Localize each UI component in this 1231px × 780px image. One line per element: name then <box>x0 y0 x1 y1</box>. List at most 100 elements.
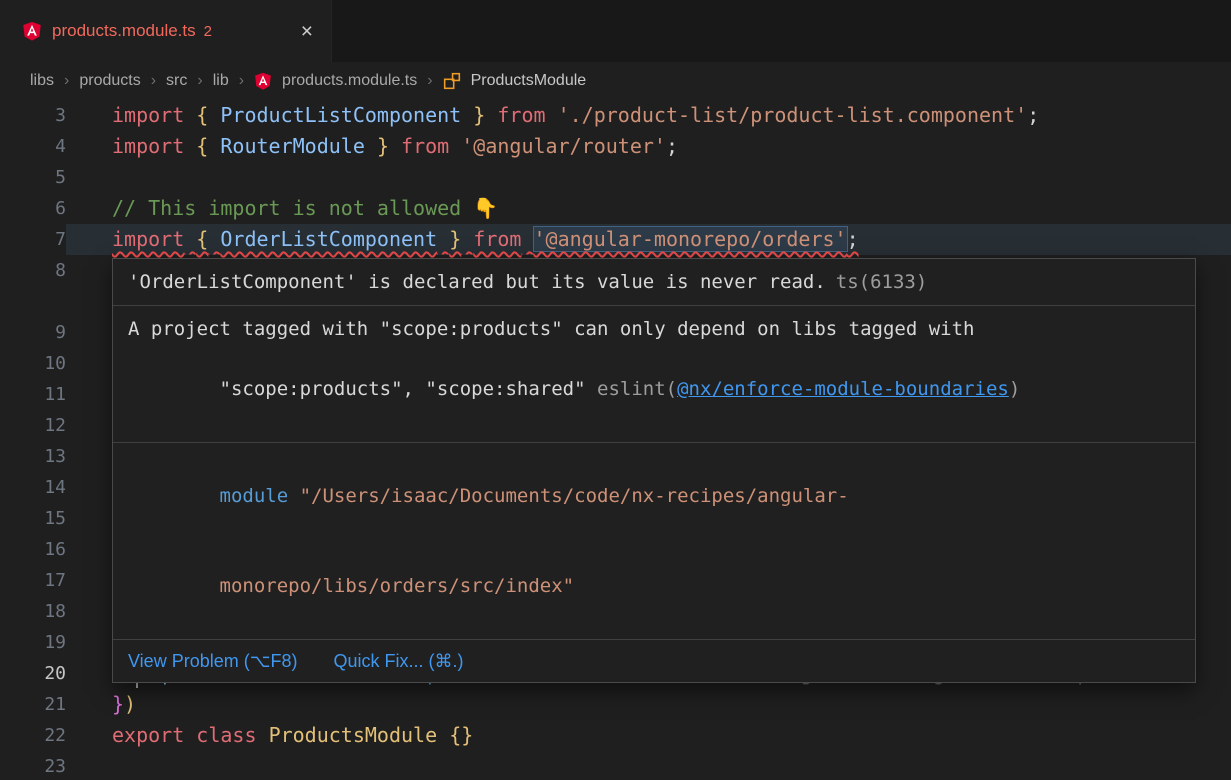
hover-popup: 'OrderListComponent' is declared but its… <box>112 258 1196 683</box>
code-token: { <box>196 134 208 158</box>
code-token: ) <box>124 692 136 716</box>
code-content: import { OrderListComponent } from '@ang… <box>66 224 1231 255</box>
chevron-right-icon: › <box>197 72 202 90</box>
code-line-7[interactable]: 7import { OrderListComponent } from '@an… <box>0 224 1231 255</box>
code-token <box>437 723 449 747</box>
line-number[interactable]: 23 <box>0 751 66 780</box>
eslint-rule-link[interactable]: @nx/enforce-module-boundaries <box>677 378 1009 400</box>
eslint-message-line2: "scope:products", "scope:shared" eslint(… <box>128 344 1180 434</box>
code-token <box>208 227 220 251</box>
code-content: // This import is not allowed 👇 <box>66 193 1231 224</box>
code-token: ProductListComponent <box>220 103 461 127</box>
code-token: OrderListComponent <box>220 227 437 251</box>
line-number[interactable]: 4 <box>0 131 66 162</box>
code-content <box>66 751 1231 780</box>
breadcrumb-item-products[interactable]: products <box>79 72 140 90</box>
breadcrumb-item-src[interactable]: src <box>166 72 187 90</box>
eslint-source-open: eslint( <box>597 378 677 400</box>
code-token: export <box>112 723 184 747</box>
code-token: '@angular/router' <box>461 134 666 158</box>
line-number[interactable]: 12 <box>0 410 66 441</box>
code-content: export class ProductsModule {} <box>66 720 1231 751</box>
code-line-22[interactable]: 22export class ProductsModule {} <box>0 720 1231 751</box>
ts-error-message: 'OrderListComponent' is declared but its… <box>128 271 826 293</box>
breadcrumb-item-libs[interactable]: libs <box>30 72 54 90</box>
breadcrumb-item-symbol[interactable]: ProductsModule <box>471 72 587 90</box>
code-token: } <box>377 134 389 158</box>
line-number[interactable]: 8 <box>0 255 66 317</box>
code-line-23[interactable]: 23 <box>0 751 1231 780</box>
line-number[interactable]: 7 <box>0 224 66 255</box>
code-token: {} <box>449 723 473 747</box>
code-line-21[interactable]: 21}) <box>0 689 1231 720</box>
code-token <box>437 227 449 251</box>
line-number[interactable]: 22 <box>0 720 66 751</box>
tab-products-module[interactable]: products.module.ts 2 × <box>0 0 332 62</box>
code-token <box>208 103 220 127</box>
code-token <box>521 227 533 251</box>
module-path-line2: monorepo/libs/orders/src/index" <box>128 541 1180 631</box>
code-token: from <box>497 103 545 127</box>
code-token <box>184 103 196 127</box>
code-content: import { ProductListComponent } from './… <box>66 100 1231 131</box>
code-token: } <box>112 692 124 716</box>
breadcrumb-item-lib[interactable]: lib <box>213 72 229 90</box>
module-path-line1: module "/Users/isaac/Documents/code/nx-r… <box>128 451 1180 541</box>
chevron-right-icon: › <box>151 72 156 90</box>
code-token: RouterModule <box>220 134 365 158</box>
line-number[interactable]: 10 <box>0 348 66 379</box>
line-number[interactable]: 17 <box>0 565 66 596</box>
code-content <box>66 162 1231 193</box>
angular-icon <box>22 21 42 41</box>
line-number[interactable]: 11 <box>0 379 66 410</box>
close-icon[interactable]: × <box>301 21 313 42</box>
code-line-3[interactable]: 3import { ProductListComponent } from '.… <box>0 100 1231 131</box>
code-token: class <box>196 723 256 747</box>
code-token: } <box>473 103 485 127</box>
line-number[interactable]: 20 <box>0 658 66 689</box>
code-token <box>208 134 220 158</box>
code-token <box>365 134 377 158</box>
code-token: from <box>473 227 521 251</box>
code-token <box>184 134 196 158</box>
line-number[interactable]: 13 <box>0 441 66 472</box>
line-number[interactable]: 21 <box>0 689 66 720</box>
code-token <box>389 134 401 158</box>
code-token: from <box>401 134 449 158</box>
code-token: { <box>196 103 208 127</box>
quick-fix-action[interactable]: Quick Fix... (⌘.) <box>333 648 463 674</box>
module-path-part1: "/Users/isaac/Documents/code/nx-recipes/… <box>288 485 849 507</box>
code-token: ProductsModule <box>269 723 438 747</box>
line-number[interactable]: 15 <box>0 503 66 534</box>
code-token: import <box>112 134 184 158</box>
line-number[interactable]: 3 <box>0 100 66 131</box>
angular-icon <box>254 72 272 90</box>
module-keyword: module <box>220 485 289 507</box>
code-token: ; <box>1027 103 1039 127</box>
code-token: import <box>112 103 184 127</box>
line-number[interactable]: 14 <box>0 472 66 503</box>
line-number[interactable]: 6 <box>0 193 66 224</box>
line-number[interactable]: 5 <box>0 162 66 193</box>
chevron-right-icon: › <box>239 72 244 90</box>
line-number[interactable]: 9 <box>0 317 66 348</box>
chevron-right-icon: › <box>427 72 432 90</box>
view-problem-action[interactable]: View Problem (⌥F8) <box>128 648 297 674</box>
line-number[interactable]: 18 <box>0 596 66 627</box>
code-token <box>546 103 558 127</box>
line-number[interactable]: 19 <box>0 627 66 658</box>
hover-actions: View Problem (⌥F8) Quick Fix... (⌘.) <box>113 640 1195 682</box>
code-content: }) <box>66 689 1231 720</box>
tab-problems-badge: 2 <box>204 23 212 40</box>
code-content: import { RouterModule } from '@angular/r… <box>66 131 1231 162</box>
code-line-6[interactable]: 6// This import is not allowed 👇 <box>0 193 1231 224</box>
code-token <box>257 723 269 747</box>
code-token <box>461 227 473 251</box>
breadcrumb-item-file[interactable]: products.module.ts <box>282 72 417 90</box>
code-token <box>184 227 196 251</box>
code-line-4[interactable]: 4import { RouterModule } from '@angular/… <box>0 131 1231 162</box>
code-line-5[interactable]: 5 <box>0 162 1231 193</box>
tab-title: products.module.ts <box>52 21 196 41</box>
module-path-part2: monorepo/libs/orders/src/index" <box>220 575 575 597</box>
line-number[interactable]: 16 <box>0 534 66 565</box>
